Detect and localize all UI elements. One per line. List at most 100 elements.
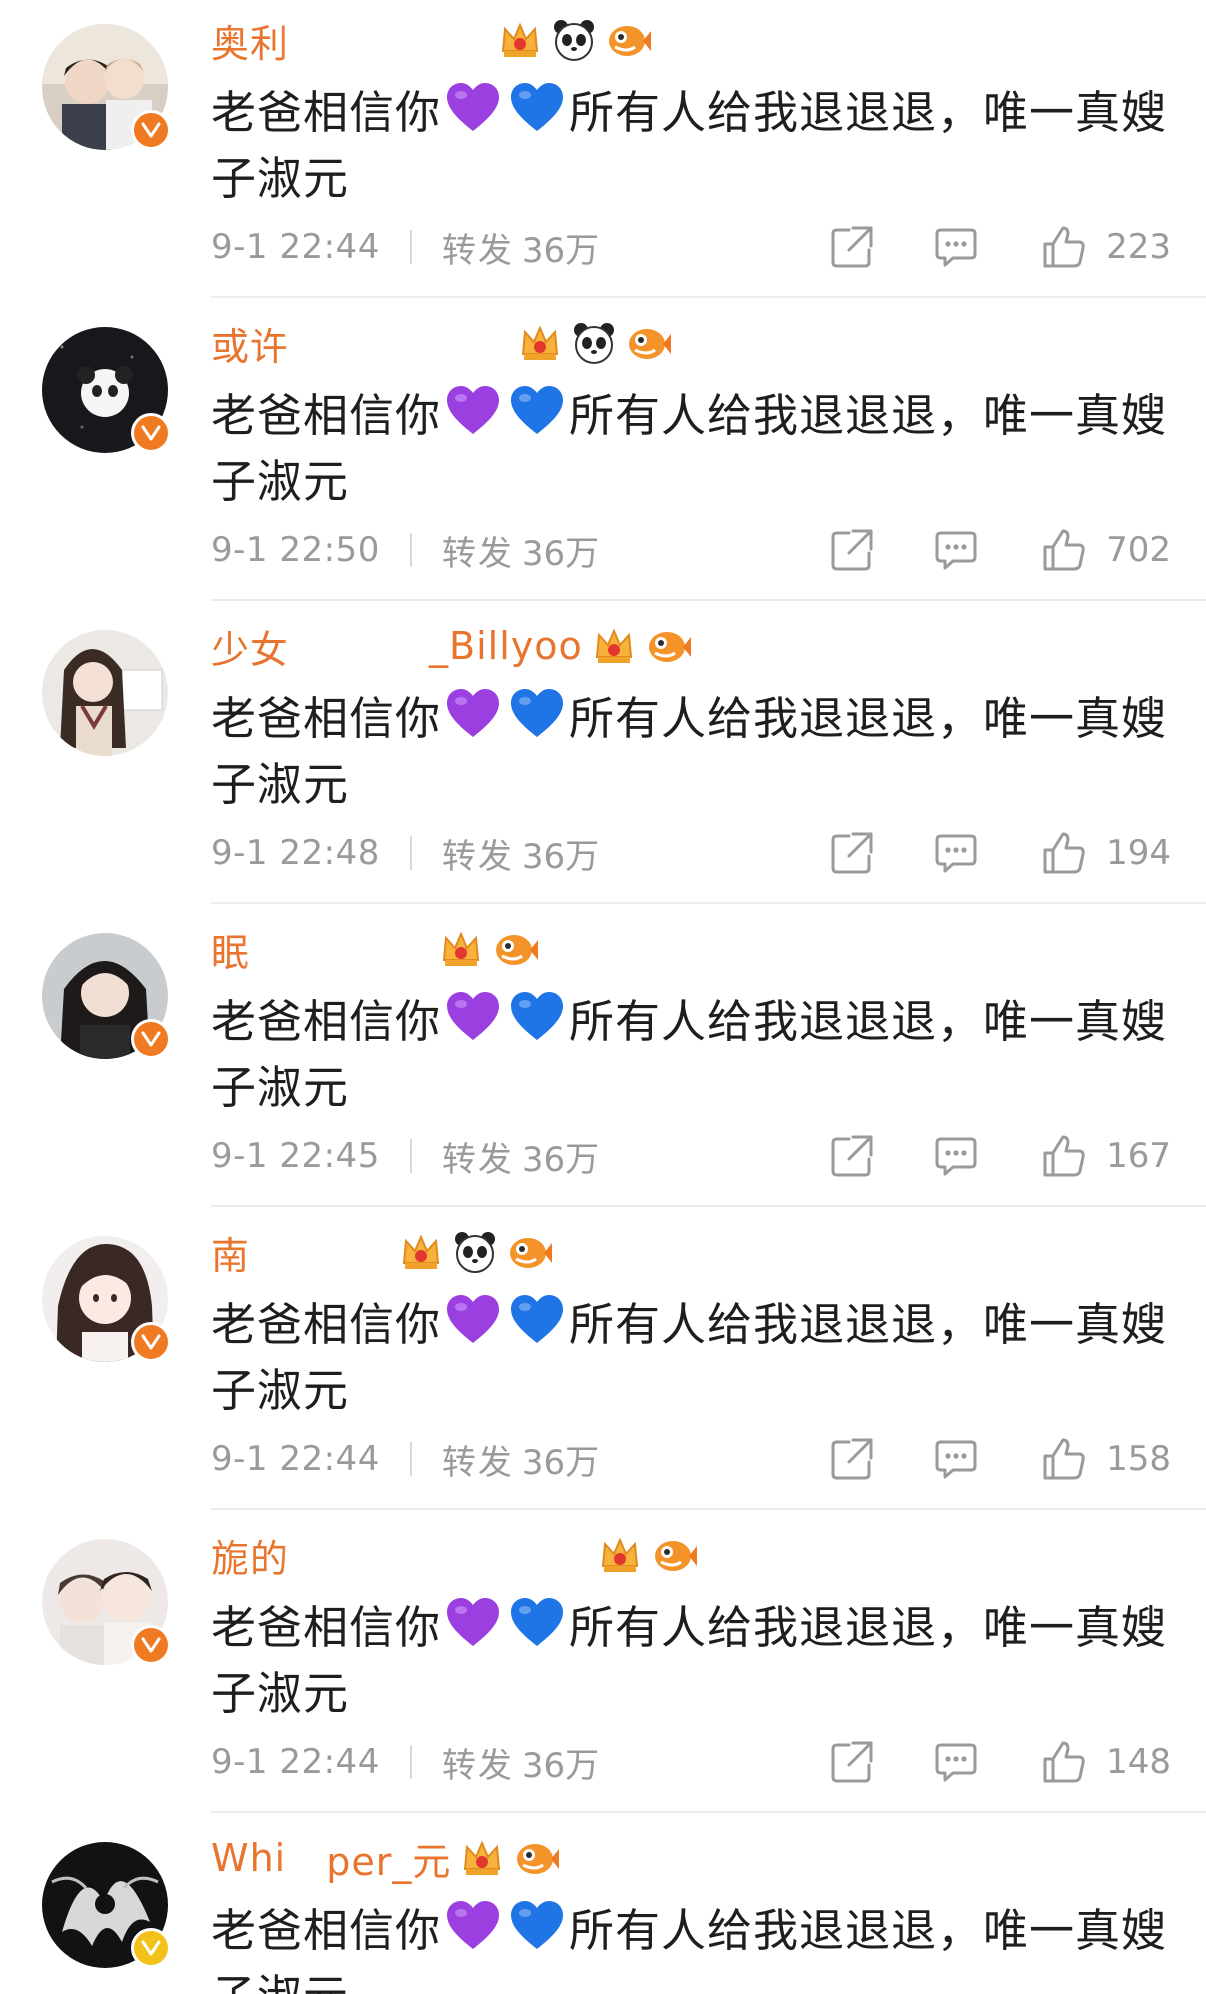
like-count: 223 [1106,227,1171,267]
like-icon[interactable] [1039,1737,1089,1787]
purple-heart-icon [445,1596,501,1652]
username-redacted [289,15,490,69]
timestamp: 9-1 22:50 [211,530,380,570]
username[interactable]: 奥利 [211,13,289,68]
repost-count: 36万 [521,533,600,574]
comment-meta: 9-1 22:44 转发 36万 223 [211,220,1171,274]
comment-text-main: 老爸相信你 [211,1601,442,1654]
verified-badge-icon [131,1625,171,1665]
repost-label: 转发 [441,836,514,877]
panda-icon [452,1229,498,1275]
comment-item: 旎的 老爸相信你 所有人给我退退退，唯一真嫂子淑元 9-1 22:44 转发 36… [0,1515,1206,1818]
comment-icon[interactable] [931,1737,981,1787]
comment-item: 少女 _Billyoo 老爸相信你 所有人给我退退退，唯一真嫂子淑元 9-1 22… [0,606,1206,909]
username[interactable]: 旎的 [211,1528,289,1583]
comment-feed: 奥利 老爸相信你 所有人给我退退退，唯一真嫂子淑元 9-1 22:44 转发 36… [0,0,1206,1994]
divider [409,230,412,264]
comment-meta: 9-1 22:45 转发 36万 167 [211,1129,1171,1183]
repost-count: 36万 [521,1745,600,1786]
blue-heart-icon [509,1899,565,1955]
comment-text-main: 老爸相信你 [211,692,442,745]
repost-count: 36万 [521,1442,600,1483]
comment-text-main: 老爸相信你 [211,86,442,139]
like-count: 148 [1106,1742,1171,1782]
username[interactable]: 眠 [211,922,250,977]
comment-text: 老爸相信你所有人给我退退退，唯一真嫂子淑元 [211,1898,1171,1994]
username[interactable]: 或许 [211,316,289,371]
username[interactable]: Whi [211,1836,286,1880]
comment-text: 老爸相信你所有人给我退退退，唯一真嫂子淑元 [211,80,1171,212]
share-icon[interactable] [827,1434,877,1484]
username-redacted [250,1227,391,1281]
username[interactable]: 少女 [211,619,289,674]
panda-icon [551,17,597,63]
fish-icon [651,1532,698,1578]
share-icon[interactable] [827,1131,877,1181]
blue-heart-icon [509,1293,565,1349]
fish-icon [492,926,539,972]
row-divider [211,1508,1206,1510]
crown-badge-icon [398,1229,444,1275]
verified-badge-icon [131,1928,171,1968]
repost-label: 转发 [441,1139,514,1180]
comment-item: 或许 老爸相信你 所有人给我退退退，唯一真嫂子淑元 9-1 22:50 转发 36… [0,303,1206,606]
avatar[interactable] [42,630,168,756]
comment-meta: 9-1 22:44 转发 36万 158 [211,1432,1171,1486]
comment-text-main: 老爸相信你 [211,389,442,442]
comment-icon[interactable] [931,222,981,272]
divider [409,1745,412,1779]
comment-text: 老爸相信你所有人给我退退退，唯一真嫂子淑元 [211,686,1171,818]
comment-icon[interactable] [931,1131,981,1181]
username-redacted [286,1833,327,1887]
like-icon[interactable] [1039,1131,1089,1181]
share-icon[interactable] [827,1737,877,1787]
comment-item: Whi per_元 老爸相信你所有人给我退退退，唯一真嫂子淑元 [0,1818,1206,1994]
repost-label: 转发 [441,230,514,271]
like-icon[interactable] [1039,828,1089,878]
panda-icon [571,320,617,366]
verified-badge-icon [131,413,171,453]
timestamp: 9-1 22:44 [211,1742,380,1782]
blue-heart-icon [509,990,565,1046]
comment-icon[interactable] [931,525,981,575]
crown-badge-icon [497,17,543,63]
username-redacted [289,621,430,675]
divider [409,1139,412,1173]
share-icon[interactable] [827,525,877,575]
share-icon[interactable] [827,828,877,878]
row-divider [211,599,1206,601]
share-icon[interactable] [827,222,877,272]
comment-text: 老爸相信你所有人给我退退退，唯一真嫂子淑元 [211,383,1171,515]
verified-badge-icon [131,1019,171,1059]
fish-icon [513,1835,560,1881]
comment-item: 南 老爸相信你 所有人给我退退退，唯一真嫂子淑元 9-1 22:44 转发 36万 [0,1212,1206,1515]
repost-count: 36万 [521,836,600,877]
divider [409,836,412,870]
blue-heart-icon [509,384,565,440]
comment-text-main: 老爸相信你 [211,1298,442,1351]
username[interactable]: 南 [211,1225,250,1280]
like-icon[interactable] [1039,1434,1089,1484]
crown-badge-icon [597,1532,643,1578]
comment-meta: 9-1 22:44 转发 36万 148 [211,1735,1171,1789]
comment-item: 眠 老爸相信你 所有人给我退退退，唯一真嫂子淑元 9-1 22:45 转发 36万 [0,909,1206,1212]
comment-text: 老爸相信你所有人给我退退退，唯一真嫂子淑元 [211,989,1171,1121]
like-icon[interactable] [1039,222,1089,272]
timestamp: 9-1 22:44 [211,227,380,267]
like-icon[interactable] [1039,525,1089,575]
fish-icon [506,1229,553,1275]
verified-badge-icon [131,1322,171,1362]
purple-heart-icon [445,81,501,137]
comment-icon[interactable] [931,1434,981,1484]
username-suffix[interactable]: per_元 [326,1831,451,1886]
purple-heart-icon [445,990,501,1046]
like-count: 194 [1106,833,1171,873]
comment-icon[interactable] [931,828,981,878]
verified-badge-icon [131,110,171,150]
blue-heart-icon [509,687,565,743]
comment-text: 老爸相信你所有人给我退退退，唯一真嫂子淑元 [211,1292,1171,1424]
crown-badge-icon [459,1835,505,1881]
blue-heart-icon [509,81,565,137]
username-suffix[interactable]: _Billyoo [429,624,583,668]
crown-badge-icon [517,320,563,366]
